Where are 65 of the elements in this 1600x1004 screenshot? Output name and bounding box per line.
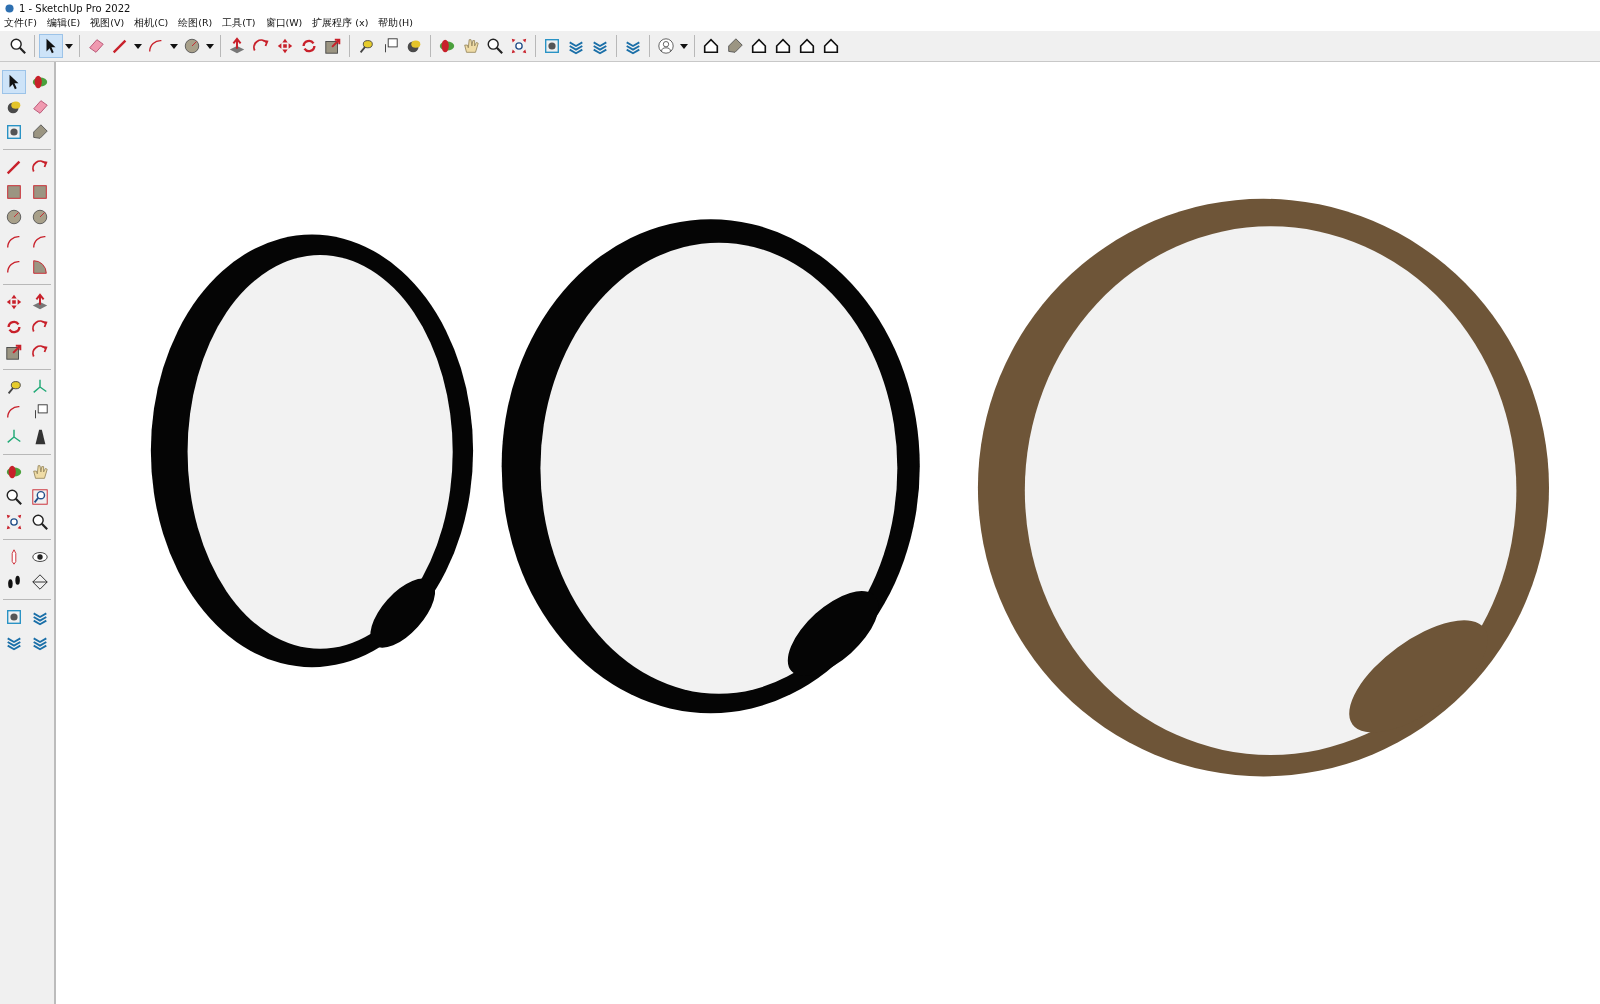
magnifier-icon — [9, 37, 27, 55]
hand-icon — [462, 37, 480, 55]
house-icon — [798, 37, 816, 55]
magnifier-icon — [486, 37, 504, 55]
pencil-icon — [111, 37, 129, 55]
orbit-icon — [31, 73, 49, 91]
scale-box-icon — [5, 343, 23, 361]
tape-measure-icon — [5, 378, 23, 396]
circular-arrows-icon — [300, 37, 318, 55]
circle-icon — [31, 208, 49, 226]
caret-icon — [206, 43, 214, 49]
tool-button[interactable] — [2, 70, 26, 94]
hand-icon — [31, 463, 49, 481]
house-icon — [750, 37, 768, 55]
menu-item[interactable]: 窗口(W) — [265, 17, 303, 30]
tool-button[interactable] — [39, 34, 63, 58]
caret-icon — [65, 43, 73, 49]
app-logo-icon — [5, 3, 14, 13]
orbit-icon — [438, 37, 456, 55]
cross-arrows-icon — [5, 293, 23, 311]
pencil-icon — [5, 158, 23, 176]
circular-arrows-icon — [5, 318, 23, 336]
menu-item[interactable]: 帮助(H) — [378, 17, 413, 30]
cube-icon — [5, 123, 23, 141]
menu-item[interactable]: 文件(F) — [4, 17, 37, 30]
caret-icon — [134, 43, 142, 49]
rectangle-icon — [31, 183, 49, 201]
circle-icon — [5, 208, 23, 226]
menu-item[interactable]: 编辑(E) — [46, 17, 81, 30]
menu-item[interactable]: 相机(C) — [134, 17, 169, 30]
house-icon — [702, 37, 720, 55]
rectangle-icon — [5, 183, 23, 201]
user-icon — [657, 37, 675, 55]
circle-icon — [183, 37, 201, 55]
expand-arrows-icon — [5, 513, 23, 531]
cube-icon — [5, 608, 23, 626]
orbit-icon — [5, 463, 23, 481]
tape-measure-icon — [357, 37, 375, 55]
menu-item[interactable]: 绘图(R) — [178, 17, 213, 30]
house-icon — [822, 37, 840, 55]
axes-icon — [5, 428, 23, 446]
window-title: 1 - SketchUp Pro 2022 — [19, 2, 131, 14]
expand-arrows-icon — [510, 37, 528, 55]
caret-icon — [680, 43, 688, 49]
tag-icon — [31, 123, 49, 141]
footprints-icon — [5, 573, 23, 591]
magnifier-icon — [5, 488, 23, 506]
scale-box-icon — [324, 37, 342, 55]
cube-icon — [543, 37, 561, 55]
house-icon — [774, 37, 792, 55]
box-arrow-icon — [31, 293, 49, 311]
diamond-target-icon — [31, 573, 49, 591]
tag-icon — [726, 37, 744, 55]
box-arrow-icon — [228, 37, 246, 55]
caret-icon — [170, 43, 178, 49]
eraser-icon — [31, 98, 49, 116]
menu-item[interactable]: 扩展程序 (x) — [312, 17, 369, 30]
menu-item[interactable]: 工具(T) — [222, 17, 256, 30]
pie-icon — [31, 258, 49, 276]
zoom-window-icon — [31, 488, 49, 506]
menu-item[interactable]: 视图(V) — [90, 17, 125, 30]
eraser-icon — [87, 37, 105, 55]
cross-arrows-icon — [276, 37, 294, 55]
axes-icon — [31, 378, 49, 396]
magnifier-icon — [31, 513, 49, 531]
